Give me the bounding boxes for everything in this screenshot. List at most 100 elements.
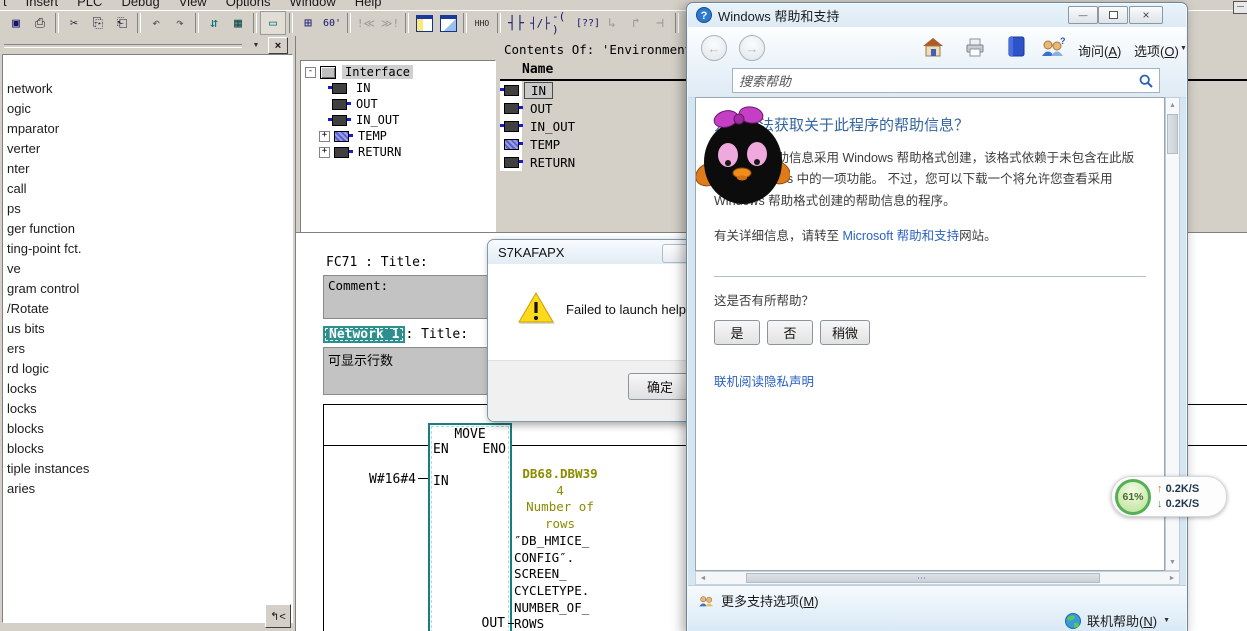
expander-icon[interactable]: + bbox=[319, 131, 330, 142]
network-icon[interactable]: ⊞ bbox=[296, 12, 320, 34]
yes-button[interactable]: 是 bbox=[714, 320, 760, 345]
qq-pet-penguin[interactable] bbox=[696, 106, 790, 206]
copy-icon[interactable]: ⎘ bbox=[86, 12, 110, 34]
display-icon[interactable]: ▭ bbox=[260, 11, 286, 35]
expander-icon[interactable]: + bbox=[319, 147, 330, 158]
catalog-item[interactable]: ting-point fct. bbox=[3, 239, 292, 259]
scroll-up-button[interactable]: ▲ bbox=[1166, 98, 1179, 113]
catalog-item[interactable]: blocks bbox=[3, 439, 292, 459]
coil-icon[interactable]: -( ) bbox=[552, 12, 576, 34]
block-monitor-icon[interactable]: ▦ bbox=[226, 12, 250, 34]
child-minimize-button[interactable]: — bbox=[1233, 1, 1247, 14]
forward-button[interactable]: → bbox=[739, 35, 765, 61]
tree-item-in_out[interactable]: IN_OUT bbox=[301, 112, 495, 128]
ask-people-icon[interactable]: ? bbox=[1040, 36, 1066, 58]
catalog-item[interactable]: call bbox=[3, 179, 292, 199]
catalog-item[interactable]: ps bbox=[3, 199, 292, 219]
network-label[interactable]: Network 1 bbox=[323, 326, 405, 343]
scroll-left-button[interactable]: ◄ bbox=[696, 572, 710, 584]
vertical-scroll-thumb[interactable] bbox=[1167, 114, 1178, 154]
print-icon[interactable]: ⎙ bbox=[28, 12, 52, 34]
back-button[interactable]: ← bbox=[701, 35, 727, 61]
home-icon[interactable] bbox=[922, 37, 944, 57]
cut-icon[interactable]: ✂ bbox=[62, 12, 86, 34]
monitor-glasses-icon[interactable]: 60' bbox=[320, 12, 344, 34]
open-branch-icon[interactable]: ↳ bbox=[600, 12, 624, 34]
redo-icon[interactable]: ↷ bbox=[168, 12, 192, 34]
search-input[interactable]: 搜索帮助 bbox=[732, 68, 1160, 93]
tree-item-temp[interactable]: +TEMP bbox=[301, 128, 495, 144]
search-icon[interactable] bbox=[1139, 74, 1153, 88]
menu-item-debug[interactable]: Debug bbox=[121, 0, 159, 9]
catalog-item[interactable]: us bits bbox=[3, 319, 292, 339]
catalog-item[interactable]: nter bbox=[3, 159, 292, 179]
contact-no-icon[interactable]: ┤├ bbox=[504, 12, 528, 34]
panel-grip[interactable] bbox=[4, 44, 242, 48]
microsoft-help-link[interactable]: Microsoft 帮助和支持 bbox=[842, 229, 959, 243]
menu-item-options[interactable]: Options bbox=[226, 0, 271, 9]
minimize-button[interactable]: — bbox=[1068, 6, 1098, 24]
close-panel-button[interactable]: × bbox=[268, 37, 288, 54]
menu-item-window[interactable]: Window bbox=[290, 0, 336, 9]
window-zoom-icon[interactable] bbox=[436, 12, 460, 34]
catalog-item[interactable]: mparator bbox=[3, 119, 292, 139]
catalog-item[interactable]: gram control bbox=[3, 279, 292, 299]
catalog-item[interactable]: blocks bbox=[3, 419, 292, 439]
paste-icon[interactable]: ⎗ bbox=[110, 12, 134, 34]
online-help-selector[interactable]: 联机帮助(N) ▼ bbox=[1065, 611, 1170, 630]
window-layout-icon[interactable] bbox=[412, 12, 436, 34]
catalog-item[interactable]: locks bbox=[3, 399, 292, 419]
catalog-item[interactable]: tiple instances bbox=[3, 459, 292, 479]
menu-item-help[interactable]: Help bbox=[355, 0, 382, 9]
menu-item-plc[interactable]: PLC bbox=[77, 0, 102, 9]
save-icon[interactable]: ▣ bbox=[4, 12, 28, 34]
print-icon[interactable] bbox=[964, 37, 986, 57]
jump-first-icon[interactable]: !≪ bbox=[354, 12, 378, 34]
empty-box-icon[interactable]: [??] bbox=[576, 12, 600, 34]
tree-item-interface[interactable]: -Interface bbox=[301, 64, 495, 80]
scroll-right-button[interactable]: ► bbox=[1165, 572, 1179, 584]
somewhat-button[interactable]: 稍微 bbox=[820, 320, 870, 345]
move-block[interactable]: MOVE EN ENO IN OUT bbox=[428, 423, 512, 631]
horizontal-scrollbar[interactable]: ◄ ► bbox=[695, 571, 1180, 585]
horizontal-scroll-thumb[interactable] bbox=[746, 573, 1100, 583]
restore-button[interactable] bbox=[1098, 6, 1128, 24]
contact-nc-icon[interactable]: ┤/├ bbox=[528, 12, 552, 34]
expander-icon[interactable]: - bbox=[305, 67, 316, 78]
rail-icon[interactable]: ⊣ bbox=[648, 12, 672, 34]
network-speed-widget[interactable]: 61% ↑ 0.2K/S ↓ 0.2K/S bbox=[1111, 476, 1227, 517]
catalog-item[interactable]: verter bbox=[3, 139, 292, 159]
menu-item-t[interactable]: t bbox=[3, 0, 7, 9]
catalog-item[interactable]: rd logic bbox=[3, 359, 292, 379]
catalog-item[interactable]: ogic bbox=[3, 99, 292, 119]
download-icon[interactable]: ⇵ bbox=[202, 12, 226, 34]
overview-toggle-button[interactable]: ↰< bbox=[265, 604, 291, 628]
catalog-item[interactable]: aries bbox=[3, 479, 292, 499]
close-branch-icon[interactable]: ↱ bbox=[624, 12, 648, 34]
scroll-down-button[interactable]: ▼ bbox=[1166, 555, 1179, 570]
tree-item-return[interactable]: +RETURN bbox=[301, 144, 495, 160]
menu-item-insert[interactable]: Insert bbox=[26, 0, 59, 9]
address-hho-icon[interactable]: HHO bbox=[470, 12, 494, 34]
options-caret-icon[interactable]: ▼ bbox=[1180, 45, 1187, 52]
privacy-statement-link[interactable]: 联机阅读隐私声明 bbox=[714, 375, 814, 389]
catalog-item[interactable]: locks bbox=[3, 379, 292, 399]
catalog-item[interactable]: network bbox=[3, 79, 292, 99]
ok-button[interactable]: 确定 bbox=[628, 373, 692, 400]
no-button[interactable]: 否 bbox=[767, 320, 813, 345]
undo-icon[interactable]: ↶ bbox=[144, 12, 168, 34]
catalog-item[interactable]: ger function bbox=[3, 219, 292, 239]
close-button[interactable]: × bbox=[1129, 6, 1163, 24]
catalog-item[interactable]: ers bbox=[3, 339, 292, 359]
input-operand[interactable]: W#16#4 bbox=[352, 472, 416, 487]
jump-last-icon[interactable]: ≫! bbox=[378, 12, 402, 34]
book-icon[interactable] bbox=[1006, 36, 1026, 57]
tree-item-out[interactable]: OUT bbox=[301, 96, 495, 112]
collapse-button[interactable]: ▼ bbox=[248, 38, 264, 52]
more-support-options[interactable]: 更多支持选项(M) bbox=[698, 591, 819, 610]
ask-menu[interactable]: 询问(A) bbox=[1078, 41, 1121, 60]
catalog-item[interactable]: /Rotate bbox=[3, 299, 292, 319]
menu-item-view[interactable]: View bbox=[179, 0, 207, 9]
options-menu[interactable]: 选项(O) bbox=[1134, 41, 1179, 60]
output-operand[interactable]: DB68.DBW394Number ofrows ″DB_HMICE_CONFI… bbox=[512, 466, 608, 631]
